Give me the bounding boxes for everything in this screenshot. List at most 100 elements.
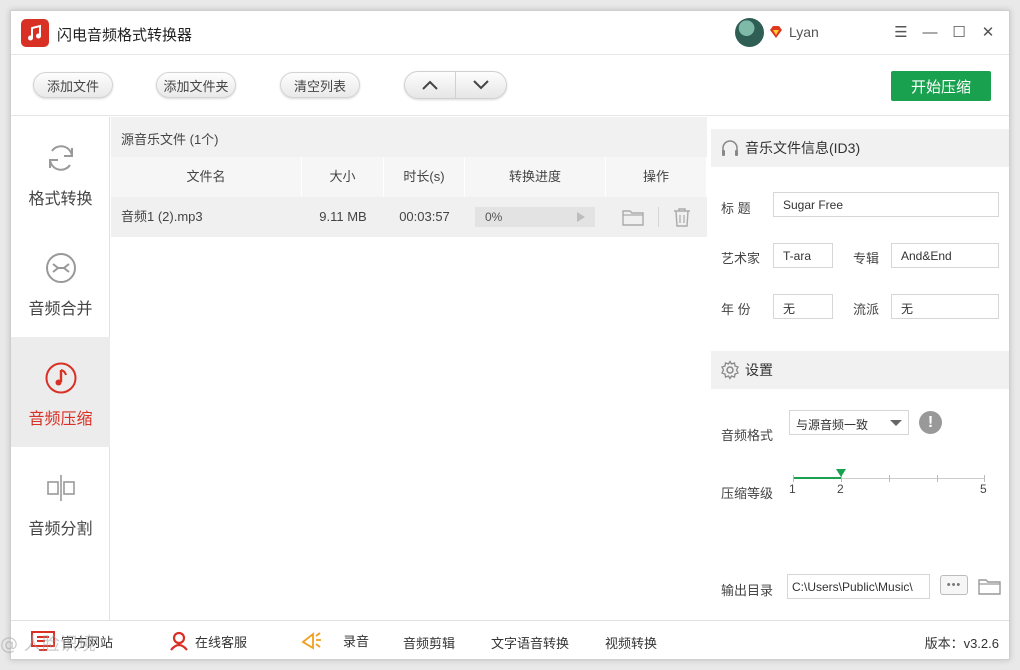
sidebar-item-audio-merge[interactable]: 音频合并	[11, 227, 110, 337]
artist-label: 艺术家	[721, 251, 761, 266]
tts-link[interactable]: 文字语音转换	[491, 633, 569, 652]
browse-button[interactable]: •••	[940, 575, 968, 595]
audio-cut-label: 音频剪辑	[403, 636, 456, 651]
horn-icon	[301, 632, 321, 650]
clear-list-button[interactable]: 清空列表	[280, 72, 360, 98]
album-label: 专辑	[853, 251, 880, 266]
title-label: 标 题	[721, 201, 751, 216]
file-size-cell: 9.11 MB	[319, 209, 367, 224]
file-list-panel: 源音乐文件 (1个) 文件名 大小 时长(s) 转换进度 操作 音频1 (2).…	[111, 117, 707, 620]
app-window: 闪电音频格式转换器 Lyan ☰ — ☐ ✕ 添加文件 添加文件夹 清空列表 开…	[10, 10, 1010, 660]
table-header: 文件名 大小 时长(s) 转换进度 操作	[111, 157, 707, 197]
table-row[interactable]: 音频1 (2).mp3 9.11 MB 00:03:57 0%	[111, 197, 707, 237]
column-header-duration: 时长(s)	[384, 157, 465, 197]
id3-section-title: 音乐文件信息(ID3)	[745, 140, 861, 156]
sidebar-item-label: 音频分割	[28, 521, 93, 538]
status-bar: 官方网站 在线客服 录音 音频剪辑 文字语音转换 视频转换 版本：v3.2.6	[11, 620, 1009, 659]
version-text: 版本：v3.2.6	[924, 636, 999, 651]
compress-level-slider[interactable]: 1 2 5	[789, 469, 987, 499]
menu-icon[interactable]: ☰	[891, 22, 911, 42]
slider-tick	[984, 475, 985, 482]
level-label: 压缩等级	[721, 486, 774, 501]
slider-thumb[interactable]	[836, 469, 846, 477]
year-label: 年 份	[721, 302, 751, 317]
format-select[interactable]: 与源音频一致	[789, 410, 909, 435]
add-folder-button[interactable]: 添加文件夹	[156, 72, 236, 98]
title-bar: 闪电音频格式转换器 Lyan ☰ — ☐ ✕	[11, 11, 1009, 55]
year-field[interactable]: 无	[773, 294, 833, 319]
trash-icon[interactable]	[673, 207, 691, 227]
genre-label: 流派	[853, 302, 880, 317]
genre-field[interactable]: 无	[891, 294, 999, 319]
slider-value-label: 2	[837, 482, 844, 496]
gear-icon	[719, 359, 741, 381]
username[interactable]: Lyan	[789, 24, 819, 40]
watermark: @ 人脸识境	[0, 634, 96, 655]
user-avatar[interactable]	[735, 18, 764, 47]
move-down-button[interactable]	[455, 72, 506, 98]
slider-min-label: 1	[789, 482, 796, 496]
online-support-label: 在线客服	[195, 634, 248, 650]
format-select-value: 与源音频一致	[796, 418, 869, 432]
video-convert-link[interactable]: 视频转换	[605, 633, 657, 652]
open-folder-icon[interactable]	[978, 577, 1001, 595]
column-header-size: 大小	[302, 157, 384, 197]
slider-tick	[793, 475, 794, 482]
start-compress-button[interactable]: 开始压缩	[891, 71, 991, 101]
sidebar: 格式转换 音频合并 音频压缩 音频分割	[11, 117, 110, 620]
album-field[interactable]: And&End	[891, 243, 999, 268]
sidebar-item-label: 格式转换	[28, 191, 93, 208]
split-icon	[44, 471, 78, 505]
id3-section-header: 音乐文件信息(ID3)	[711, 129, 1009, 167]
settings-section-header: 设置	[711, 351, 1009, 389]
maximize-button[interactable]: ☐	[949, 22, 969, 42]
artist-field[interactable]: T-ara	[773, 243, 833, 268]
online-support-link[interactable]: 在线客服	[169, 631, 247, 651]
support-person-icon	[170, 631, 188, 651]
sidebar-item-label: 音频合并	[28, 301, 93, 318]
refresh-icon	[44, 141, 78, 175]
column-header-actions: 操作	[606, 157, 707, 197]
sidebar-item-audio-compress[interactable]: 音频压缩	[11, 337, 110, 447]
close-button[interactable]: ✕	[978, 22, 998, 42]
chevron-down-icon	[473, 80, 489, 90]
folder-icon[interactable]	[622, 208, 644, 226]
video-convert-label: 视频转换	[605, 636, 658, 651]
vip-diamond-icon	[770, 26, 782, 38]
settings-section-title: 设置	[745, 362, 773, 378]
record-label: 录音	[343, 633, 370, 649]
progress-cell: 0%	[465, 197, 606, 237]
progress-bar: 0%	[475, 207, 595, 227]
actions-cell	[606, 197, 707, 237]
chevron-down-icon	[890, 420, 902, 426]
action-divider	[658, 207, 659, 227]
slider-tick	[889, 475, 890, 482]
headphones-icon	[719, 137, 741, 159]
merge-icon	[44, 251, 78, 285]
add-file-button[interactable]: 添加文件	[33, 72, 113, 98]
column-header-progress: 转换进度	[465, 157, 606, 197]
slider-max-label: 5	[980, 482, 987, 496]
audio-cut-link[interactable]: 音频剪辑	[403, 633, 455, 652]
file-duration-cell: 00:03:57	[399, 209, 450, 224]
play-icon[interactable]	[577, 212, 585, 222]
column-header-name: 文件名	[111, 157, 302, 197]
title-field[interactable]: Sugar Free	[773, 192, 999, 217]
right-panel: 音乐文件信息(ID3) 标 题 Sugar Free 艺术家 T-ara 专辑 …	[711, 117, 1009, 620]
progress-text: 0%	[485, 210, 503, 224]
music-note-icon	[44, 361, 78, 395]
chevron-up-icon	[422, 80, 438, 90]
app-title: 闪电音频格式转换器	[57, 27, 193, 44]
toolbar: 添加文件 添加文件夹 清空列表 开始压缩	[11, 56, 1009, 116]
sidebar-item-format-convert[interactable]: 格式转换	[11, 117, 110, 227]
file-name-cell: 音频1 (2).mp3	[121, 209, 203, 224]
warning-icon[interactable]: !	[919, 411, 942, 434]
output-label: 输出目录	[721, 583, 774, 598]
sidebar-item-audio-split[interactable]: 音频分割	[11, 447, 110, 557]
record-link[interactable]: 录音	[301, 630, 369, 650]
file-list-header: 源音乐文件 (1个)	[111, 117, 707, 157]
slider-tick	[937, 475, 938, 482]
move-up-button[interactable]	[405, 72, 455, 98]
minimize-button[interactable]: —	[920, 22, 940, 42]
output-path-field[interactable]: C:\Users\Public\Music\	[787, 574, 930, 599]
